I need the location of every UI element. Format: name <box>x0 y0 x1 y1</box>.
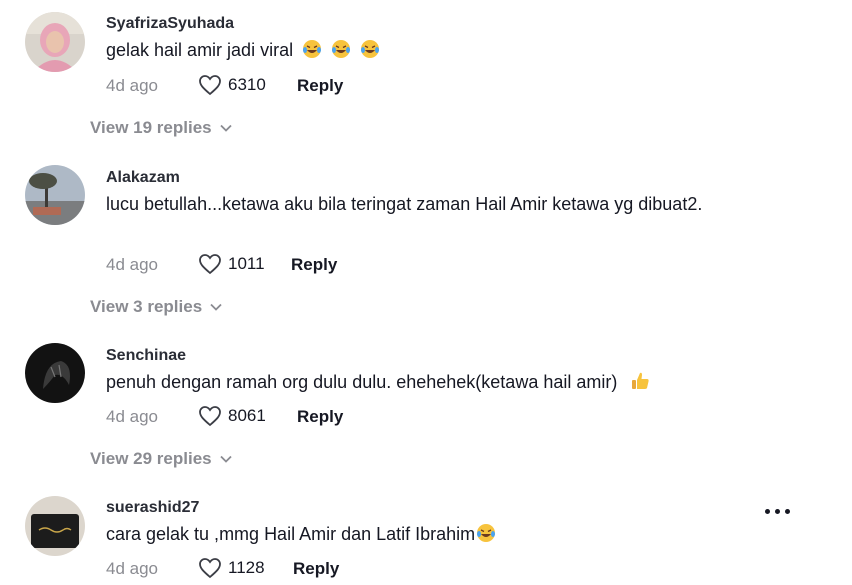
heart-outline-icon <box>199 406 221 427</box>
avatar[interactable] <box>25 496 85 556</box>
comment-timestamp: 4d ago <box>106 255 158 274</box>
avatar[interactable] <box>25 12 85 72</box>
like-button[interactable]: 8061 <box>198 405 266 427</box>
reply-button[interactable]: Reply <box>291 255 337 275</box>
comment-text: gelak hail amir jadi viral <box>106 37 746 64</box>
comment-text: lucu betullah...ketawa aku bila teringat… <box>106 194 703 214</box>
like-button[interactable]: 1011 <box>198 253 265 275</box>
heart-outline-icon <box>199 558 221 579</box>
like-count: 8061 <box>228 406 266 425</box>
comment-timestamp: 4d ago <box>106 76 158 95</box>
view-replies-label: View 19 replies <box>90 118 212 137</box>
avatar-image <box>25 165 85 225</box>
comment-username[interactable]: SyafrizaSyuhada <box>106 15 234 33</box>
more-options-button[interactable] <box>764 506 792 516</box>
more-horizontal-icon <box>765 509 770 514</box>
view-replies-label: View 3 replies <box>90 297 203 316</box>
like-count: 1011 <box>228 254 265 273</box>
laughing-tears-emoji-icon <box>332 40 351 58</box>
like-count: 1128 <box>228 558 265 577</box>
view-replies-button[interactable]: View 29 replies <box>90 449 232 469</box>
reply-button[interactable]: Reply <box>293 559 339 579</box>
avatar-image <box>25 496 85 556</box>
comment-text: cara gelak tu ,mmg Hail Amir dan Latif I… <box>106 521 746 548</box>
reply-button[interactable]: Reply <box>297 76 343 96</box>
like-button[interactable]: 6310 <box>198 74 266 96</box>
comment-text-content: penuh dengan ramah org dulu dulu. eheheh… <box>106 372 618 392</box>
laughing-tears-emoji-icon <box>303 40 322 58</box>
comment-username[interactable]: suerashid27 <box>106 499 199 517</box>
view-replies-button[interactable]: View 3 replies <box>90 297 222 317</box>
comment-username[interactable]: Senchinae <box>106 347 186 365</box>
view-replies-button[interactable]: View 19 replies <box>90 118 232 138</box>
comment-username[interactable]: Alakazam <box>106 169 180 187</box>
comment-text-content: cara gelak tu ,mmg Hail Amir dan Latif I… <box>106 524 476 544</box>
thumbs-up-emoji-icon <box>632 372 649 389</box>
chevron-down-icon <box>219 455 232 463</box>
avatar[interactable] <box>25 343 85 403</box>
like-count: 6310 <box>228 75 266 94</box>
comment-text: penuh dengan ramah org dulu dulu. eheheh… <box>106 369 746 396</box>
more-horizontal-icon-dot <box>785 509 790 514</box>
heart-outline-icon <box>199 254 221 275</box>
view-replies-label: View 29 replies <box>90 449 212 468</box>
like-button[interactable]: 1128 <box>198 557 265 579</box>
avatar[interactable] <box>25 165 85 225</box>
laughing-tears-emoji-icon <box>477 524 496 542</box>
laughing-tears-emoji-icon <box>361 40 380 58</box>
comment-text-content: gelak hail amir jadi viral <box>106 40 294 60</box>
comment-timestamp: 4d ago <box>106 407 158 426</box>
chevron-down-icon <box>219 124 232 132</box>
avatar-image <box>25 343 85 403</box>
comment-timestamp: 4d ago <box>106 559 158 578</box>
reply-button[interactable]: Reply <box>297 407 343 427</box>
avatar-image <box>25 12 85 72</box>
heart-outline-icon <box>199 75 221 96</box>
more-horizontal-icon-dot <box>775 509 780 514</box>
chevron-down-icon <box>210 303 222 311</box>
